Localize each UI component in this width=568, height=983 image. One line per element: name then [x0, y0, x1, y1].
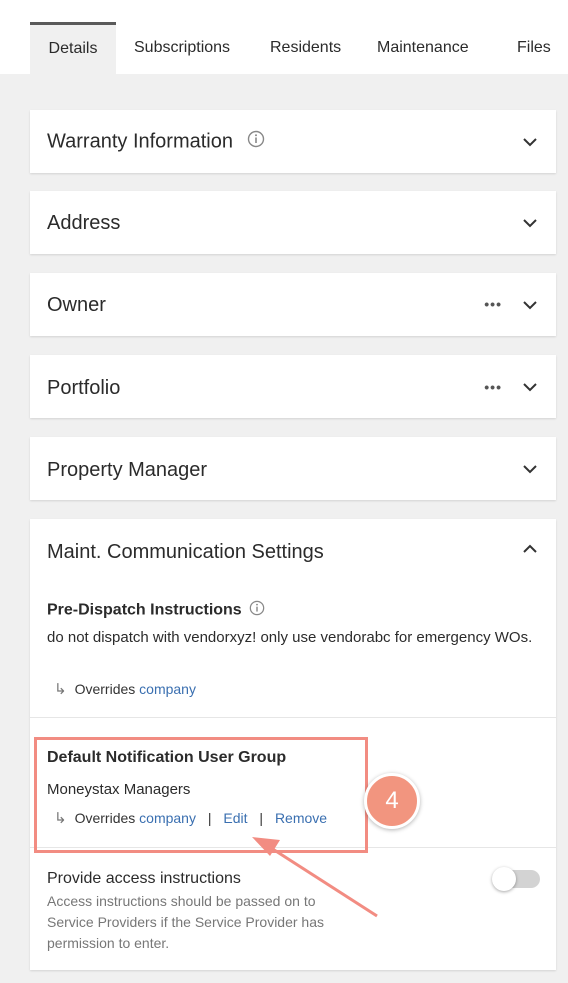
chevron-down-icon[interactable]: [522, 215, 538, 231]
pre-dispatch-title: Pre-Dispatch Instructions: [47, 601, 242, 619]
info-icon[interactable]: [249, 600, 265, 621]
pre-dispatch-title-row: Pre-Dispatch Instructions: [47, 600, 265, 621]
chevron-up-icon[interactable]: [522, 541, 538, 557]
property-manager-title: Property Manager: [47, 459, 208, 481]
warranty-section[interactable]: Warranty Information: [30, 110, 556, 173]
warranty-title-row: Warranty Information: [47, 130, 265, 154]
return-arrow-icon: ↳: [54, 681, 67, 698]
property-manager-section[interactable]: Property Manager: [30, 437, 556, 500]
tab-files[interactable]: Files: [517, 22, 551, 74]
access-title: Provide access instructions: [47, 870, 241, 887]
more-options-icon[interactable]: •••: [484, 296, 502, 312]
access-instructions-toggle[interactable]: [492, 867, 540, 891]
chevron-down-icon[interactable]: [522, 461, 538, 477]
more-options-icon[interactable]: •••: [484, 379, 502, 395]
overrides-label: Overrides: [74, 681, 136, 697]
divider: [30, 717, 556, 718]
portfolio-title: Portfolio: [47, 377, 121, 399]
tab-subscriptions[interactable]: Subscriptions: [134, 22, 230, 74]
address-section[interactable]: Address: [30, 191, 556, 254]
chevron-down-icon[interactable]: [522, 297, 538, 313]
toggle-knob: [492, 867, 516, 891]
overrides-company-link[interactable]: company: [139, 681, 196, 697]
tab-residents[interactable]: Residents: [270, 22, 341, 74]
annotation-arrow: [252, 837, 378, 918]
chevron-down-icon[interactable]: [522, 379, 538, 395]
warranty-title: Warranty Information: [47, 130, 233, 153]
pre-dispatch-text: do not dispatch with vendorxyz! only use…: [47, 629, 533, 646]
maint-communication-title: Maint. Communication Settings: [47, 541, 324, 563]
owner-section[interactable]: Owner •••: [30, 273, 556, 336]
tab-maintenance[interactable]: Maintenance: [377, 22, 469, 74]
tab-details[interactable]: Details: [30, 22, 116, 74]
pre-dispatch-overrides: ↳ Overrides company: [54, 680, 196, 698]
step-badge: 4: [364, 773, 420, 829]
address-title: Address: [47, 212, 121, 234]
portfolio-section[interactable]: Portfolio •••: [30, 355, 556, 418]
chevron-down-icon[interactable]: [522, 134, 538, 150]
info-icon[interactable]: [247, 130, 265, 154]
owner-title: Owner: [47, 294, 106, 316]
tab-bar: Details Subscriptions Residents Maintena…: [0, 0, 568, 74]
